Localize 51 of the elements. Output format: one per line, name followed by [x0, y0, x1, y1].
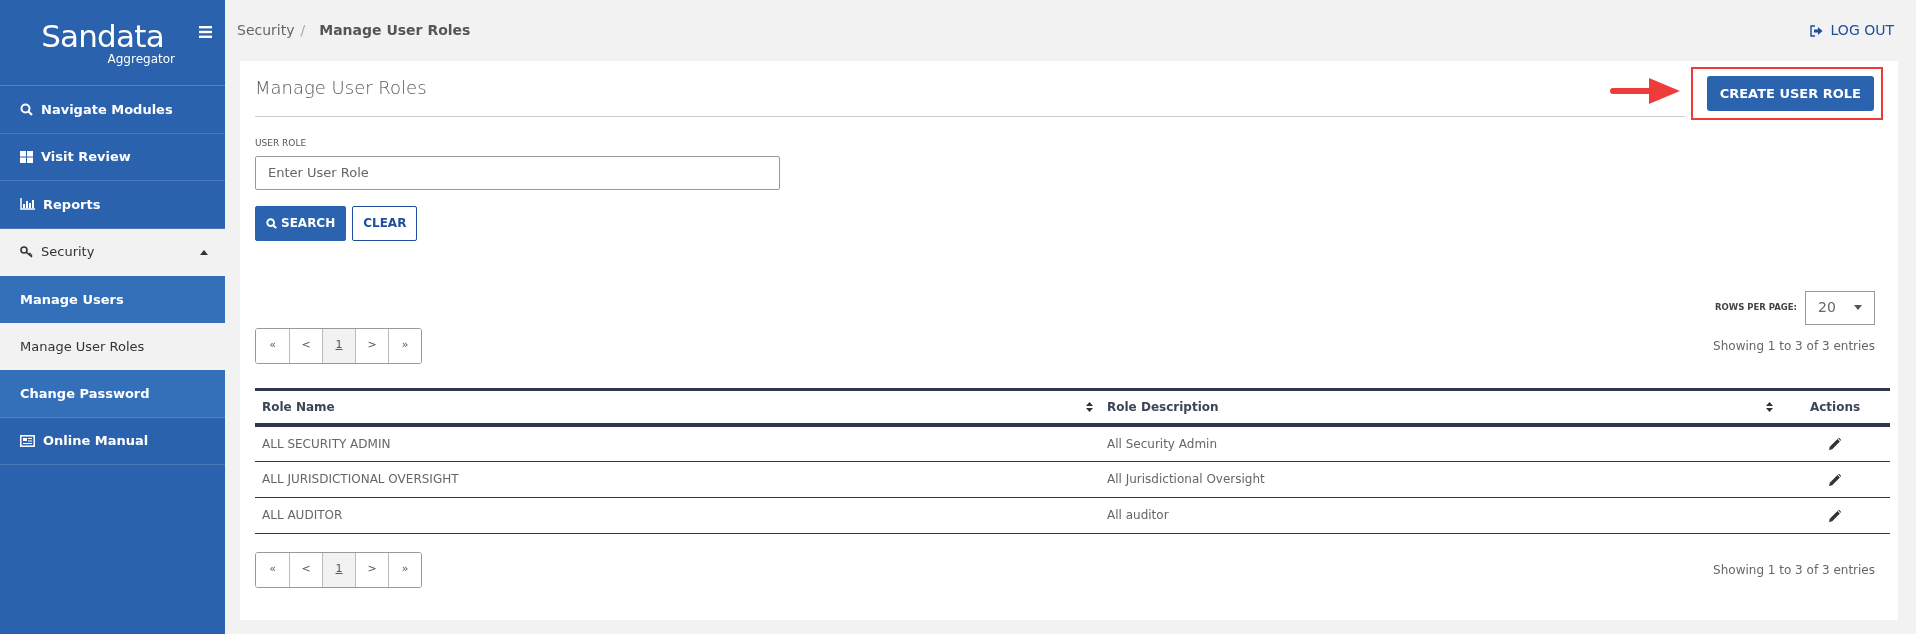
search-icon	[266, 217, 277, 229]
breadcrumb-separator: /	[300, 21, 306, 40]
logout-icon	[1809, 24, 1823, 37]
sidebar-subitem[interactable]: Manage Users	[0, 276, 225, 323]
page-button[interactable]: 1	[322, 328, 355, 363]
page-button[interactable]: »	[388, 552, 421, 587]
key-icon	[20, 245, 33, 258]
page-button[interactable]: »	[388, 328, 421, 363]
caret-icon	[199, 248, 209, 255]
rows-per-page-select[interactable]: 20	[1805, 290, 1875, 325]
table-cell: ALL SECURITY ADMIN	[255, 425, 1100, 461]
entries-summary: Showing 1 to 3 of 3 entries	[1713, 561, 1875, 579]
create-button[interactable]: CREATE USER ROLE	[1706, 76, 1874, 111]
column-header[interactable]: Role Name	[255, 389, 1100, 425]
caret-icon	[1854, 305, 1862, 310]
breadcrumb-current: Manage User Roles	[319, 21, 471, 40]
sort-icon	[1766, 401, 1773, 412]
user-role-field[interactable]: Enter User Role	[255, 155, 780, 190]
pencil-icon	[1829, 509, 1841, 522]
logo-text: Sandata	[41, 19, 164, 52]
rows-per-page-label: ROWS PER PAGE:	[1715, 301, 1797, 314]
table-cell: All Jurisdictional Oversight	[1100, 461, 1780, 497]
search-button[interactable]: SEARCH	[255, 205, 347, 241]
pencil-icon	[1829, 438, 1841, 451]
pencil-icon	[1829, 473, 1841, 486]
edit-button[interactable]	[1829, 473, 1841, 486]
sidebar-item[interactable]: Security	[0, 228, 225, 276]
table-cell: All Security Admin	[1100, 425, 1780, 461]
edit-button[interactable]	[1829, 438, 1841, 451]
table-cell: ALL AUDITOR	[255, 497, 1100, 533]
sort-icon	[1086, 401, 1093, 412]
breadcrumb-link[interactable]: Security	[237, 20, 295, 41]
sidebar-item[interactable]: Change Password	[0, 370, 225, 418]
table-cell: All auditor	[1100, 497, 1780, 533]
logo-subtitle: Aggregator	[107, 51, 175, 66]
page-button[interactable]: 1	[322, 552, 355, 587]
sidebar-subitem[interactable]: Manage User Roles	[0, 323, 225, 370]
page-title: Manage User Roles	[255, 77, 427, 99]
manual-icon	[20, 434, 35, 447]
column-header[interactable]: Role Description	[1100, 389, 1780, 425]
clear-button[interactable]: CLEAR	[352, 205, 418, 241]
menu-icon[interactable]	[199, 26, 212, 38]
table-cell: ALL JURISDICTIONAL OVERSIGHT	[255, 461, 1100, 497]
field-label: USER ROLE	[255, 137, 308, 150]
bar-chart-icon	[20, 198, 35, 211]
entries-summary: Showing 1 to 3 of 3 entries	[1713, 337, 1875, 355]
column-header[interactable]: Actions	[1780, 389, 1890, 425]
logout-link[interactable]: LOG OUT	[1809, 20, 1894, 41]
edit-button[interactable]	[1829, 509, 1841, 522]
grid-icon	[20, 150, 33, 163]
search-icon	[20, 102, 33, 116]
